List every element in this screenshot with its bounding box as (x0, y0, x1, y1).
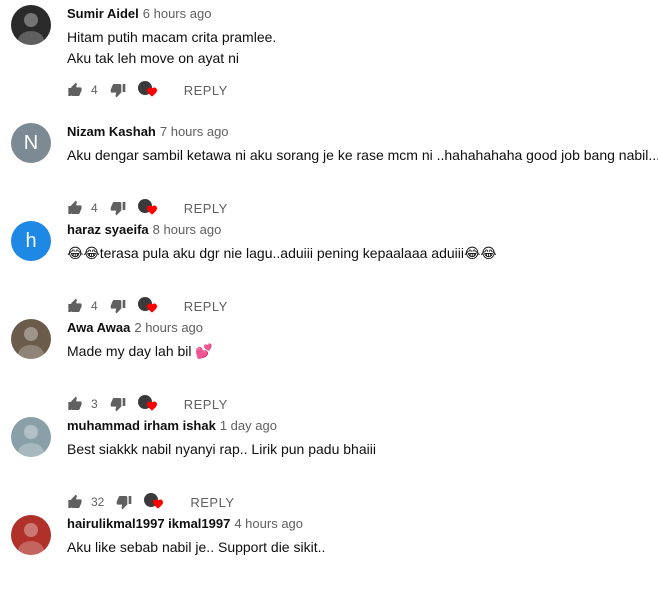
avatar[interactable]: h (11, 221, 51, 261)
avatar[interactable] (11, 417, 51, 457)
creator-heart-icon (137, 80, 160, 100)
comment-thread: N Nizam Kashah 7 hours ago Aku dengar sam… (0, 118, 658, 216)
thumb-up-icon[interactable] (67, 200, 83, 216)
comment-header: haraz syaeifa 8 hours ago (67, 222, 221, 238)
comment-text-line: Best siakkk nabil nyanyi rap.. Lirik pun… (67, 441, 376, 457)
like-count: 4 (91, 201, 98, 215)
comment-thread: hairulikmal1997 ikmal1997 4 hours ago Aku… (0, 510, 658, 608)
creator-heart-icon (137, 296, 160, 316)
comment-time[interactable]: 8 hours ago (153, 222, 222, 237)
reply-button[interactable]: REPLY (190, 495, 234, 510)
comment-actions: 4 REPLY (67, 296, 228, 316)
comment-thread: Awa Awaa 2 hours ago Made my day lah bil … (0, 314, 658, 412)
avatar[interactable] (11, 515, 51, 555)
avatar[interactable]: N (11, 123, 51, 163)
comment-text: Aku like sebab nabil je.. Support die si… (67, 537, 325, 558)
reply-button[interactable]: REPLY (184, 83, 228, 98)
comment-text-line: Hitam putih macam crita pramlee. (67, 29, 277, 45)
comment-text-line: Made my day lah bil 💕 (67, 343, 213, 359)
comment-text-line: Aku like sebab nabil je.. Support die si… (67, 539, 326, 555)
comment-author[interactable]: Nizam Kashah (67, 124, 156, 139)
comment-time[interactable]: 2 hours ago (134, 320, 203, 335)
like-count: 3 (91, 397, 98, 411)
thumb-down-icon[interactable] (110, 298, 126, 314)
comment-header: Nizam Kashah 7 hours ago (67, 124, 229, 140)
comment-time[interactable]: 4 hours ago (234, 516, 303, 531)
thumb-up-icon[interactable] (67, 82, 83, 98)
comment-time[interactable]: 6 hours ago (143, 6, 212, 21)
like-count: 4 (91, 83, 98, 97)
comment-actions: 32 REPLY (67, 492, 235, 512)
comment-text-line: Aku dengar sambil ketawa ni aku sorang j… (67, 147, 658, 163)
thumb-down-icon[interactable] (110, 82, 126, 98)
avatar-photo (18, 13, 44, 45)
comment-text-line: Aku tak leh move on ayat ni (67, 50, 239, 66)
comment-text-line: 😂😂terasa pula aku dgr nie lagu..aduiii p… (67, 245, 497, 261)
comment-header: Awa Awaa 2 hours ago (67, 320, 203, 336)
thumb-down-icon[interactable] (110, 200, 126, 216)
creator-heart-icon (137, 394, 160, 414)
thumb-down-icon[interactable] (116, 494, 132, 510)
creator-heart-icon (137, 198, 160, 218)
comment-header: Sumir Aidel 6 hours ago (67, 6, 211, 22)
reply-button[interactable]: REPLY (184, 299, 228, 314)
comment-text: Aku dengar sambil ketawa ni aku sorang j… (67, 145, 658, 166)
thumb-up-icon[interactable] (67, 494, 83, 510)
comment-author[interactable]: hairulikmal1997 ikmal1997 (67, 516, 230, 531)
comment-time[interactable]: 1 day ago (220, 418, 277, 433)
comment-author[interactable]: Sumir Aidel (67, 6, 139, 21)
comment-actions: 4 REPLY (67, 198, 228, 218)
comment-text: Hitam putih macam crita pramlee. Aku tak … (67, 27, 276, 69)
reply-button[interactable]: REPLY (184, 397, 228, 412)
comment-time[interactable]: 7 hours ago (160, 124, 229, 139)
comment-actions: 4 REPLY (67, 80, 228, 100)
avatar-photo (18, 327, 44, 359)
comment-header: muhammad irham ishak 1 day ago (67, 418, 277, 434)
comment-thread: Sumir Aidel 6 hours ago Hitam putih macam… (0, 0, 658, 98)
like-count: 4 (91, 299, 98, 313)
like-count: 32 (91, 495, 105, 509)
thumb-up-icon[interactable] (67, 396, 83, 412)
thumb-down-icon[interactable] (110, 396, 126, 412)
avatar[interactable] (11, 5, 51, 45)
thumb-up-icon[interactable] (67, 298, 83, 314)
comment-text: Best siakkk nabil nyanyi rap.. Lirik pun… (67, 439, 376, 460)
comment-header: hairulikmal1997 ikmal1997 4 hours ago (67, 516, 303, 532)
comment-thread: muhammad irham ishak 1 day ago Best siakk… (0, 412, 658, 510)
comment-text: 😂😂terasa pula aku dgr nie lagu..aduiii p… (67, 243, 497, 264)
comment-author[interactable]: haraz syaeifa (67, 222, 149, 237)
comment-author[interactable]: muhammad irham ishak (67, 418, 216, 433)
comment-text: Made my day lah bil 💕 (67, 341, 213, 362)
comment-author[interactable]: Awa Awaa (67, 320, 130, 335)
avatar[interactable] (11, 319, 51, 359)
comment-thread: h haraz syaeifa 8 hours ago 😂😂terasa pula… (0, 216, 658, 314)
avatar-photo (18, 425, 44, 457)
creator-heart-icon (144, 492, 166, 512)
comment-actions: 3 REPLY (67, 394, 228, 414)
reply-button[interactable]: REPLY (184, 201, 228, 216)
avatar-photo (18, 523, 44, 555)
